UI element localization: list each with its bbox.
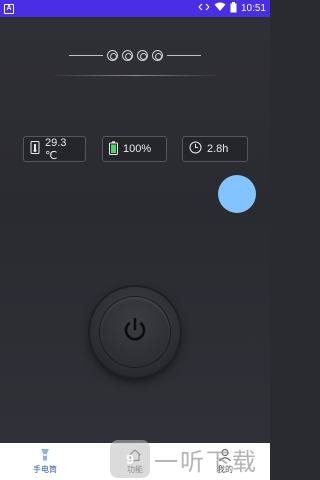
nav-label-mine: 我的 <box>217 465 233 474</box>
temperature-box: 29.3 ℃ <box>23 136 86 162</box>
mode-dot[interactable] <box>137 49 148 61</box>
wifi-icon <box>214 2 226 15</box>
remaining-time-box: 2.8h <box>182 136 248 162</box>
status-time: 10:51 <box>240 3 266 14</box>
nav-item-function[interactable]: 功能 <box>90 443 180 480</box>
power-icon <box>120 315 150 350</box>
remaining-time-value: 2.8h <box>207 143 229 155</box>
notification-a-icon: A <box>4 3 14 14</box>
flashlight-icon <box>38 448 52 462</box>
mode-dot[interactable] <box>152 49 163 61</box>
flashlight-screen: 29.3 ℃ 100% 2.8h <box>0 17 270 443</box>
bottom-nav: 手电筒 功能 我的 <box>0 443 270 480</box>
mode-dot[interactable] <box>107 49 118 61</box>
nav-item-mine[interactable]: 我的 <box>180 443 270 480</box>
battery-icon <box>109 140 118 158</box>
nav-item-flashlight[interactable]: 手电筒 <box>0 443 90 480</box>
battery-value: 100% <box>123 143 152 155</box>
floating-circle-button[interactable] <box>218 175 256 213</box>
link-icon <box>198 2 210 15</box>
indicator-line-right <box>167 54 201 56</box>
power-button-inner[interactable] <box>100 297 170 367</box>
power-button[interactable] <box>90 287 180 377</box>
battery-status-icon <box>230 1 237 16</box>
status-bar: A 10:51 <box>0 0 270 17</box>
thermometer-icon <box>30 141 40 157</box>
mode-indicator <box>0 47 270 63</box>
divider <box>50 75 220 76</box>
home-icon <box>128 448 142 462</box>
temperature-value: 29.3 ℃ <box>45 136 67 162</box>
battery-box: 100% <box>102 136 167 162</box>
person-icon <box>218 448 232 462</box>
nav-label-function: 功能 <box>127 465 143 474</box>
indicator-line-left <box>69 54 103 56</box>
mode-dot[interactable] <box>122 49 133 61</box>
nav-label-flashlight: 手电筒 <box>33 465 57 474</box>
info-row: 29.3 ℃ 100% 2.8h <box>0 136 270 162</box>
clock-icon <box>189 141 202 157</box>
